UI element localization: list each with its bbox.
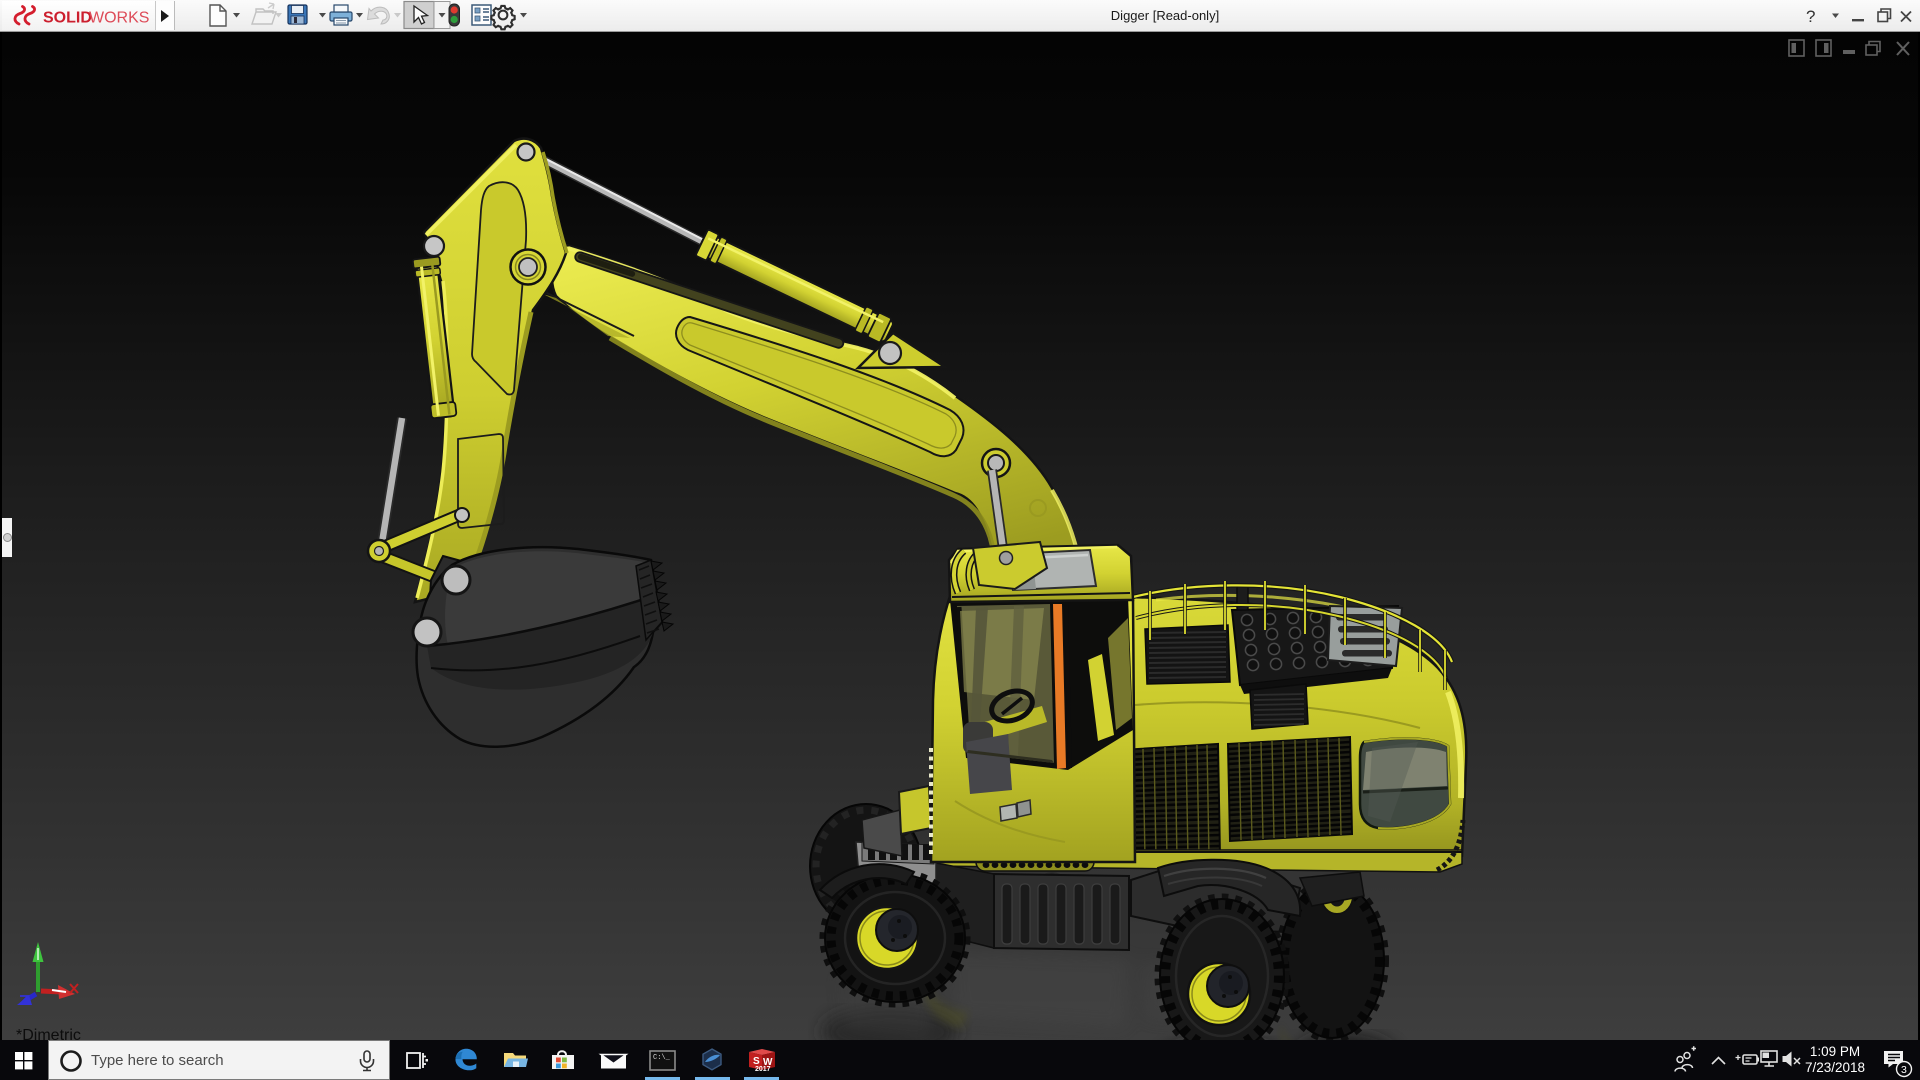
svg-text:2017: 2017 [755,1066,771,1073]
svg-text:?: ? [1806,7,1815,26]
svg-text:3: 3 [1901,1064,1907,1076]
svg-text:C:\_: C:\_ [653,1054,671,1062]
